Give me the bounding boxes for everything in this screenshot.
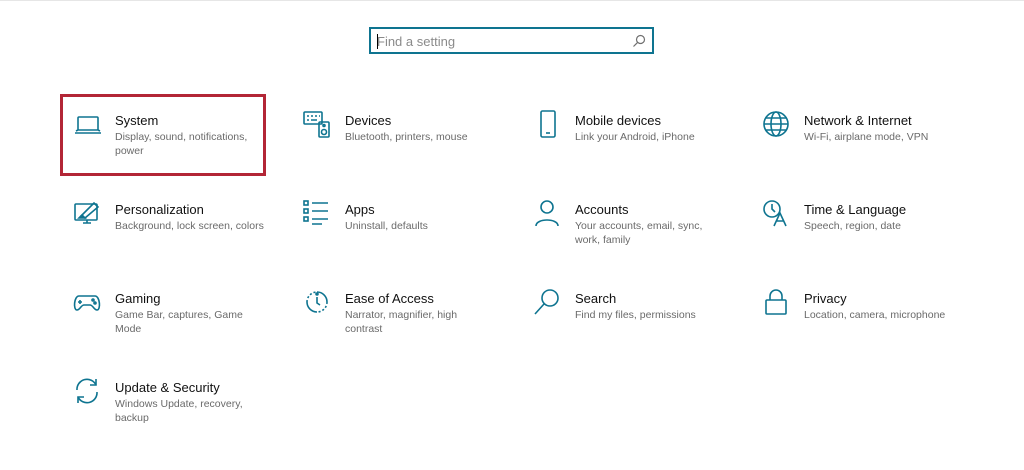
tile-apps[interactable]: Apps Uninstall, defaults [303, 199, 513, 279]
tile-title: Accounts [575, 202, 629, 217]
globe-icon [762, 110, 792, 140]
tile-description: Speech, region, date [804, 220, 901, 232]
tile-description: Background, lock screen, colors [115, 220, 264, 232]
top-divider [0, 0, 1024, 1]
lock-icon [762, 288, 792, 318]
tile-update-security[interactable]: Update & Security Windows Update, recove… [73, 377, 283, 457]
tile-title: Privacy [804, 291, 847, 306]
paintbrush-icon [73, 199, 103, 229]
sync-arrows-icon [73, 377, 103, 407]
search-box[interactable] [369, 27, 654, 54]
tile-title: Devices [345, 113, 392, 128]
tile-description: Narrator, magnifier, high contrast [345, 309, 458, 335]
tile-title: Update & Security [115, 380, 220, 395]
tile-devices[interactable]: Devices Bluetooth, printers, mouse [303, 110, 513, 190]
tile-description: Windows Update, recovery, backup [115, 398, 243, 424]
time-language-icon [762, 199, 792, 229]
tile-description: Location, camera, microphone [804, 309, 946, 321]
tile-personalization[interactable]: Personalization Background, lock screen,… [73, 199, 283, 279]
phone-icon [533, 110, 563, 140]
highlight-box [60, 94, 266, 176]
gamepad-icon [73, 288, 103, 318]
tile-search[interactable]: Search Find my files, permissions [533, 288, 743, 368]
tile-network-internet[interactable]: Network & Internet Wi-Fi, airplane mode,… [762, 110, 972, 190]
search-input[interactable] [377, 31, 627, 51]
tile-description: Your accounts, email, sync, work, family [575, 220, 703, 246]
tile-description: Find my files, permissions [575, 309, 696, 321]
tile-title: Network & Internet [804, 113, 912, 128]
tile-title: Personalization [115, 202, 204, 217]
magnifier-icon [533, 288, 563, 318]
search-icon[interactable] [631, 33, 647, 49]
apps-list-icon [303, 199, 333, 229]
keyboard-speaker-icon [303, 110, 333, 140]
tile-gaming[interactable]: Gaming Game Bar, captures, Game Mode [73, 288, 283, 368]
tile-privacy[interactable]: Privacy Location, camera, microphone [762, 288, 972, 368]
tile-description: Wi-Fi, airplane mode, VPN [804, 131, 929, 143]
tile-time-language[interactable]: Time & Language Speech, region, date [762, 199, 972, 279]
tile-title: Apps [345, 202, 375, 217]
tile-description: Bluetooth, printers, mouse [345, 131, 468, 143]
tile-title: Ease of Access [345, 291, 434, 306]
ease-of-access-icon [303, 288, 333, 318]
tile-ease-of-access[interactable]: Ease of Access Narrator, magnifier, high… [303, 288, 513, 368]
tile-title: Time & Language [804, 202, 907, 217]
tile-title: Mobile devices [575, 113, 661, 128]
tile-accounts[interactable]: Accounts Your accounts, email, sync, wor… [533, 199, 743, 279]
tile-mobile-devices[interactable]: Mobile devices Link your Android, iPhone [533, 110, 743, 190]
tile-title: Gaming [115, 291, 161, 306]
tile-description: Game Bar, captures, Game Mode [115, 309, 243, 335]
person-icon [533, 199, 563, 229]
text-cursor [377, 34, 378, 49]
tile-title: Search [575, 291, 617, 306]
tile-description: Uninstall, defaults [345, 220, 428, 232]
tile-description: Link your Android, iPhone [575, 131, 695, 143]
